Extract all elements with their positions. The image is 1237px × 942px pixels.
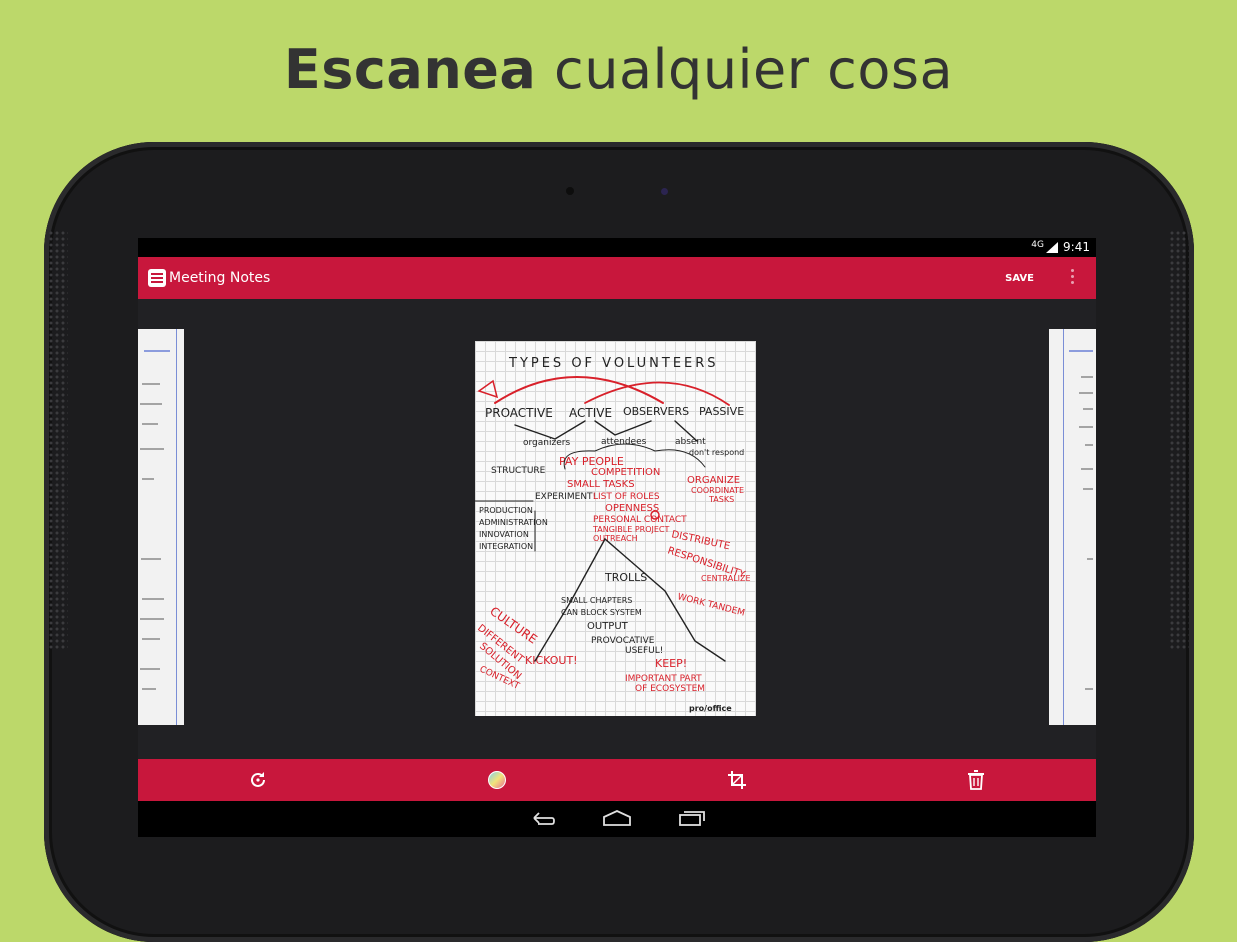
doc-small-tasks: SMALL TASKS	[567, 479, 635, 490]
status-bar: 4G 9:41	[138, 238, 1096, 257]
rotate-icon[interactable]	[246, 768, 270, 792]
doc-useful: USEFUL!	[625, 646, 663, 656]
recents-icon[interactable]	[678, 809, 706, 827]
doc-coordinate: COORDINATE	[691, 486, 744, 495]
home-icon[interactable]	[602, 809, 632, 827]
doc-centralize: CENTRALIZE	[701, 574, 751, 583]
doc-important-part: IMPORTANT PART	[625, 674, 702, 684]
left-speaker	[48, 230, 68, 650]
clock: 9:41	[1063, 240, 1090, 254]
front-camera	[661, 188, 668, 195]
doc-competition: COMPETITION	[591, 467, 660, 478]
doc-experiment: EXPERIMENT!	[535, 492, 596, 502]
doc-heading: TYPES OF VOLUNTEERS	[508, 356, 719, 371]
doc-integration: INTEGRATION	[479, 542, 533, 551]
headline: Escanea cualquier cosa	[0, 38, 1237, 101]
doc-production: PRODUCTION	[479, 506, 533, 515]
doc-administration: ADMINISTRATION	[479, 518, 548, 527]
action-bar: Meeting Notes SAVE	[138, 257, 1096, 299]
headline-bold: Escanea	[283, 38, 537, 101]
doc-tasks: TASKS	[708, 495, 734, 504]
doc-organize: ORGANIZE	[687, 475, 740, 486]
doc-kickout: KICKOUT!	[525, 654, 578, 667]
doc-passive: PASSIVE	[699, 405, 744, 418]
trash-icon[interactable]	[964, 768, 988, 792]
doc-output: OUTPUT	[587, 621, 629, 632]
edit-toolbar	[138, 759, 1096, 801]
doc-list-of-roles: LIST OF ROLES	[593, 492, 660, 502]
doc-absent: absent	[675, 437, 706, 447]
overflow-menu-icon[interactable]	[1062, 266, 1082, 290]
signal-indicator: 4G	[1031, 240, 1044, 250]
right-speaker	[1169, 230, 1189, 650]
navigation-bar	[138, 801, 1096, 837]
document-drawing: TYPES OF VOLUNTEERS PROACTIVE ACTIVE OBS…	[475, 356, 751, 713]
doc-personal-contact: PERSONAL CONTACT	[593, 515, 687, 525]
device-screen: 4G 9:41 Meeting Notes SAVE TYPES OF VOLU…	[138, 238, 1096, 837]
back-icon[interactable]	[528, 809, 556, 827]
crop-icon[interactable]	[725, 768, 749, 792]
next-page-ink	[1069, 350, 1093, 690]
signal-icon	[1046, 242, 1058, 253]
doc-keep: KEEP!	[655, 657, 687, 670]
doc-innovation: INNOVATION	[479, 530, 529, 539]
scanned-document[interactable]: TYPES OF VOLUNTEERS PROACTIVE ACTIVE OBS…	[475, 341, 756, 716]
doc-of-ecosystem: OF ECOSYSTEM	[635, 684, 705, 694]
doc-can-block: CAN BLOCK SYSTEM	[561, 608, 642, 617]
color-filter-icon[interactable]	[485, 768, 509, 792]
doc-provocative: PROVOCATIVE	[591, 636, 655, 646]
previous-page-ink	[140, 350, 170, 690]
next-page-thumbnail[interactable]	[1049, 329, 1096, 725]
doc-outreach: OUTREACH	[593, 534, 638, 543]
doc-structure: STRUCTURE	[491, 466, 546, 476]
doc-observers: OBSERVERS	[623, 405, 689, 418]
doc-brand: pro/office	[689, 704, 732, 713]
doc-trolls: TROLLS	[604, 571, 647, 584]
save-button[interactable]: SAVE	[1005, 273, 1034, 284]
doc-proactive: PROACTIVE	[485, 406, 553, 420]
sensor	[566, 187, 574, 195]
document-title[interactable]: Meeting Notes	[169, 270, 270, 286]
previous-page-thumbnail[interactable]	[138, 329, 184, 725]
scanner-icon[interactable]	[148, 269, 166, 287]
doc-tangible-project: TANGIBLE PROJECT	[592, 525, 670, 534]
doc-work-tandem: WORK TANDEM	[676, 592, 745, 618]
doc-dont-respond: don't respond	[689, 448, 744, 457]
headline-rest: cualquier cosa	[554, 38, 954, 101]
doc-active: ACTIVE	[569, 406, 612, 420]
doc-organizers: organizers	[523, 438, 570, 448]
